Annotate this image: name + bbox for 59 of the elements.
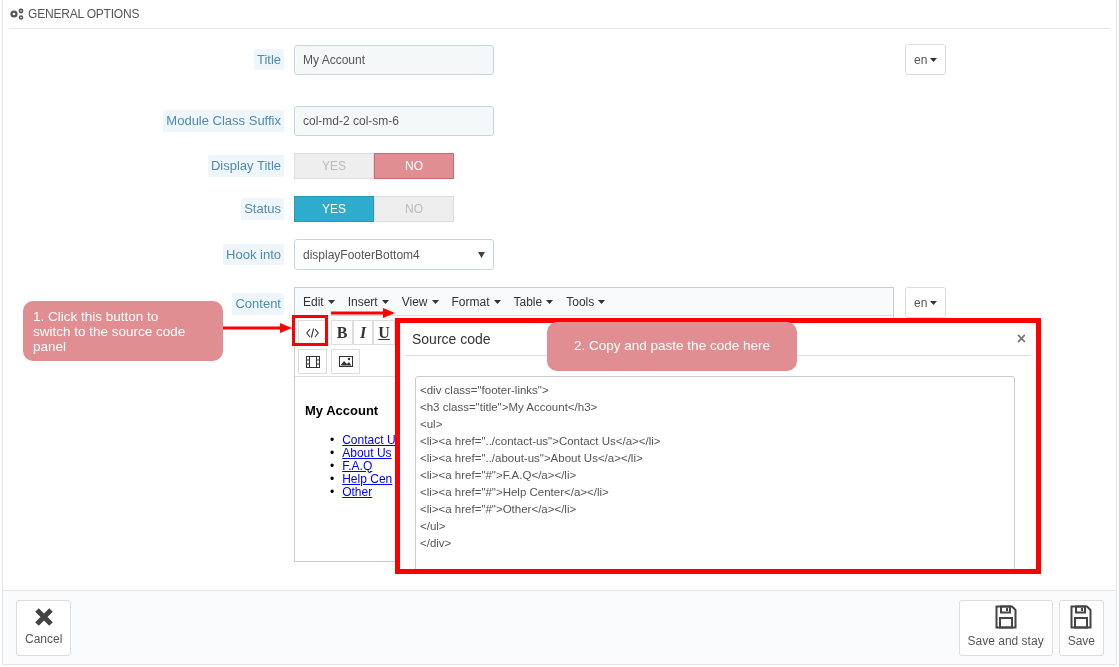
image-button[interactable]	[331, 349, 360, 374]
code-icon	[306, 327, 319, 338]
preview-link[interactable]: About Us	[342, 446, 392, 460]
save-button[interactable]: Save and stay	[958, 599, 1053, 656]
close-icon	[33, 607, 54, 627]
bullet: •	[330, 485, 335, 499]
preview-link[interactable]: Other	[342, 485, 373, 499]
bullet: •	[330, 446, 335, 460]
gears-icon	[9, 8, 25, 20]
preview-link[interactable]: Contact U	[342, 433, 396, 447]
menu-item[interactable]: Edit	[303, 292, 324, 311]
menu-item[interactable]: Tools	[566, 292, 595, 311]
format-button[interactable]: U	[373, 320, 395, 345]
caret-icon	[598, 299, 606, 304]
callout-note: 1. Click this button to switch to the source code panel	[23, 301, 223, 361]
menu-item[interactable]: View	[401, 292, 428, 311]
menu-item[interactable]: Format	[451, 292, 490, 311]
format-button[interactable]: B	[331, 320, 353, 345]
close-button[interactable]: ×	[1016, 327, 1026, 351]
caret-icon	[381, 299, 389, 304]
caret-icon	[546, 299, 554, 304]
caret-icon	[930, 57, 938, 62]
field-label: Title	[253, 48, 284, 71]
save-button[interactable]: Save	[1058, 599, 1104, 656]
preview-link[interactable]: F.A.Q	[342, 459, 373, 473]
caret-icon	[431, 299, 439, 304]
highlight-frame	[292, 315, 328, 346]
language-button[interactable]: en	[905, 287, 947, 318]
preview-link[interactable]: Help Cen	[342, 472, 393, 486]
image-icon	[338, 356, 353, 367]
film-icon	[305, 355, 320, 368]
menu-item[interactable]: Insert	[347, 292, 378, 311]
caret-icon	[930, 300, 938, 305]
panel-title: GENERAL OPTIONS	[28, 6, 140, 23]
arrow	[331, 308, 395, 318]
preview-heading: My Account	[305, 402, 379, 420]
video-button[interactable]	[298, 349, 327, 374]
field-label: Hook into	[223, 243, 284, 266]
field-label: Module Class Suffix	[163, 110, 284, 132]
text-field[interactable]: col-md-2 col-sm-6	[294, 106, 494, 136]
text-field[interactable]: My Account	[294, 44, 494, 75]
language-button[interactable]: en	[905, 44, 947, 75]
menu-item[interactable]: Table	[513, 292, 543, 311]
format-button[interactable]: I	[353, 320, 373, 345]
callout-note: 2. Copy and paste the code here	[547, 322, 797, 371]
caret-icon	[327, 299, 335, 304]
dropdown-field[interactable]: displayFooterBottom4	[294, 239, 494, 270]
field-label: Status	[241, 198, 284, 220]
field-label: Display Title	[207, 155, 284, 177]
arrow	[223, 323, 292, 333]
bullet: •	[330, 459, 335, 473]
caret-icon	[493, 299, 501, 304]
field-label: Content	[232, 293, 284, 315]
caret-icon	[478, 251, 485, 258]
bullet: •	[330, 472, 335, 486]
cancel-button[interactable]: Cancel	[16, 599, 72, 656]
code-textarea[interactable]: <div class="footer-links"> <h3 class="title">My Account</h3> <ul> <li><a href="../contact-us">Contact Us</a></li> <li><a href="../about-us">About Us</a></li> <li><a href="#">F.A.Q</a></li> <li><a href="#">Help Center</a></li> <li><a href="#">Other</a></li> </ul> </div>	[415, 376, 1015, 569]
bullet: •	[330, 433, 335, 447]
dialog-title: Source code	[412, 329, 491, 349]
